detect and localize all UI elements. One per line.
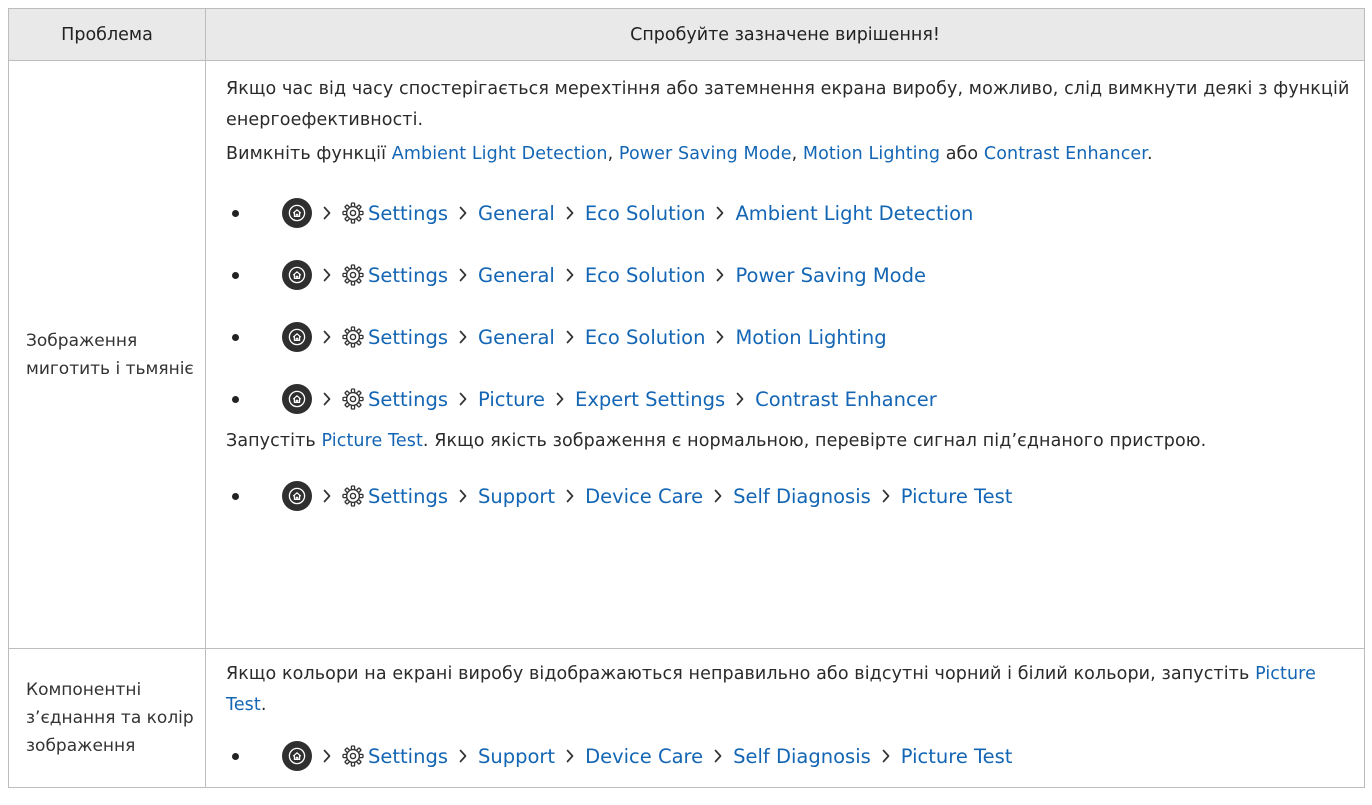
menu-step: Picture Test: [900, 744, 1013, 768]
menu-step: Settings: [368, 484, 448, 508]
menu-step: Device Care: [585, 484, 704, 508]
option-name: Contrast Enhancer: [983, 144, 1147, 164]
chevron-right-icon: [565, 205, 575, 221]
chevron-right-icon: [322, 748, 332, 764]
bullet-icon: [232, 333, 239, 341]
menu-path-list: Settings Support Device Care Self Diagnosis…: [226, 725, 1352, 787]
menu-step: Settings: [368, 387, 448, 411]
gear-icon: [342, 745, 364, 767]
option-name: Power Saving Mode: [618, 144, 792, 164]
chevron-right-icon: [458, 329, 468, 345]
gear-icon: [342, 202, 364, 224]
home-icon: [282, 260, 312, 290]
chevron-right-icon: [322, 488, 332, 504]
option-name: Ambient Light Detection: [391, 144, 608, 164]
menu-path-item: Settings General Eco Solution Ambient Light…: [226, 182, 1352, 244]
menu-step: Motion Lighting: [735, 325, 887, 349]
menu-step: Contrast Enhancer: [755, 387, 937, 411]
solution-paragraph: Якщо час від часу спостерігається мерехт…: [226, 79, 1350, 130]
solution-paragraph: Вимкніть функції Ambient Light Detection…: [226, 144, 1153, 164]
menu-step: Ambient Light Detection: [735, 201, 974, 225]
menu-step: Device Care: [585, 744, 704, 768]
gear-icon: [342, 485, 364, 507]
header-problem: Проблема: [8, 8, 206, 61]
menu-path-item: Settings Support Device Care Self Diagnosis…: [226, 465, 1352, 527]
menu-step: Settings: [368, 201, 448, 225]
chevron-right-icon: [458, 748, 468, 764]
menu-path-item: Settings General Eco Solution Power Saving …: [226, 244, 1352, 306]
menu-step: Eco Solution: [584, 201, 706, 225]
menu-step: General: [477, 325, 555, 349]
gear-icon: [342, 326, 364, 348]
gear-icon: [342, 264, 364, 286]
solution-cell: Якщо час від часу спостерігається мерехт…: [205, 60, 1365, 649]
chevron-right-icon: [715, 267, 725, 283]
solution-paragraph: Якщо кольори на екрані виробу відображаю…: [226, 664, 1316, 715]
menu-step: Support: [477, 744, 556, 768]
menu-step: Power Saving Mode: [735, 263, 926, 287]
chevron-right-icon: [881, 748, 891, 764]
menu-step: Settings: [368, 325, 448, 349]
chevron-right-icon: [565, 748, 575, 764]
table-row: Компонентні з’єднання та колір зображенн…: [8, 648, 1365, 788]
home-icon: [282, 741, 312, 771]
bullet-icon: [232, 395, 239, 403]
chevron-right-icon: [881, 488, 891, 504]
menu-path-item: Settings Support Device Care Self Diagnosis…: [226, 725, 1352, 787]
menu-step: Self Diagnosis: [733, 484, 871, 508]
problem-cell: Зображення миготить і тьмяніє: [8, 60, 206, 649]
menu-step: General: [477, 201, 555, 225]
home-icon: [282, 198, 312, 228]
menu-step: Support: [477, 484, 556, 508]
chevron-right-icon: [565, 267, 575, 283]
home-icon: [282, 481, 312, 511]
option-name: Motion Lighting: [802, 144, 941, 164]
menu-step: Eco Solution: [584, 325, 706, 349]
chevron-right-icon: [713, 488, 723, 504]
menu-step: General: [477, 263, 555, 287]
chevron-right-icon: [322, 205, 332, 221]
option-name: Picture Test: [321, 431, 423, 451]
chevron-right-icon: [458, 205, 468, 221]
chevron-right-icon: [735, 391, 745, 407]
menu-path-item: Settings General Eco Solution Motion Lighti…: [226, 306, 1352, 368]
menu-step: Settings: [368, 744, 448, 768]
problem-cell: Компонентні з’єднання та колір зображенн…: [8, 648, 206, 788]
menu-step: Eco Solution: [584, 263, 706, 287]
chevron-right-icon: [715, 205, 725, 221]
menu-path-list: Settings General Eco Solution Ambient Light…: [226, 182, 1352, 430]
table-header-row: Проблема Спробуйте зазначене вирішення!: [8, 8, 1365, 61]
chevron-right-icon: [322, 329, 332, 345]
bullet-icon: [232, 209, 239, 217]
menu-path-item: Settings Picture Expert Settings Contrast E…: [226, 368, 1352, 430]
solution-cell: Якщо кольори на екрані виробу відображаю…: [205, 648, 1365, 788]
chevron-right-icon: [458, 488, 468, 504]
menu-step: Self Diagnosis: [733, 744, 871, 768]
chevron-right-icon: [713, 748, 723, 764]
chevron-right-icon: [565, 488, 575, 504]
gear-icon: [342, 388, 364, 410]
bullet-icon: [232, 492, 239, 500]
chevron-right-icon: [322, 391, 332, 407]
menu-step: Settings: [368, 263, 448, 287]
header-solution: Спробуйте зазначене вирішення!: [205, 8, 1365, 61]
troubleshooting-table: Проблема Спробуйте зазначене вирішення! …: [8, 8, 1365, 788]
menu-step: Picture Test: [900, 484, 1013, 508]
chevron-right-icon: [555, 391, 565, 407]
solution-paragraph: Запустіть Picture Test. Якщо якість зобр…: [226, 431, 1207, 451]
bullet-icon: [232, 752, 239, 760]
bullet-icon: [232, 271, 239, 279]
chevron-right-icon: [322, 267, 332, 283]
home-icon: [282, 322, 312, 352]
chevron-right-icon: [458, 267, 468, 283]
chevron-right-icon: [565, 329, 575, 345]
menu-path-list: Settings Support Device Care Self Diagnosis…: [226, 465, 1352, 527]
menu-step: Picture: [477, 387, 546, 411]
chevron-right-icon: [458, 391, 468, 407]
table-row: Зображення миготить і тьмяніє Якщо час в…: [8, 60, 1365, 649]
chevron-right-icon: [715, 329, 725, 345]
menu-step: Expert Settings: [575, 387, 726, 411]
home-icon: [282, 384, 312, 414]
